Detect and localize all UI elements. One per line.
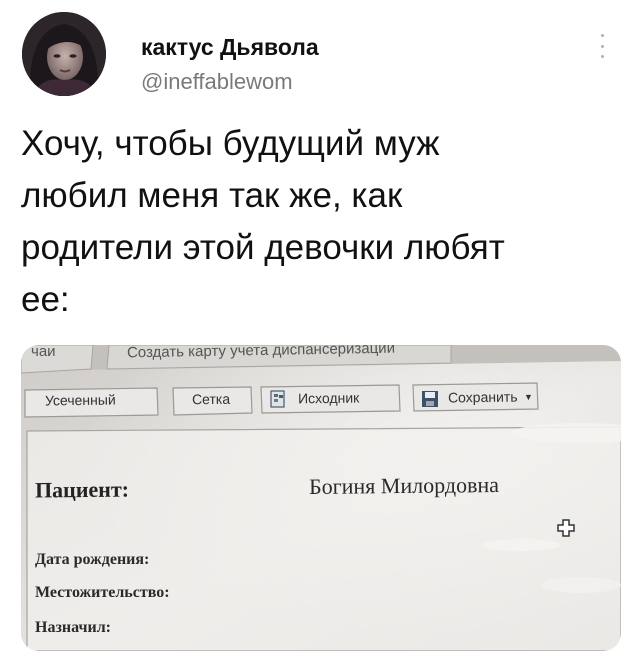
tweet-text: Хочу, чтобы будущий муж любил меня так ж… — [21, 124, 505, 319]
source-button[interactable]: Исходник — [298, 390, 359, 407]
birth-date-label: Дата рождения: — [35, 551, 150, 568]
avatar-image — [22, 12, 106, 96]
floppy-save-icon — [422, 391, 438, 407]
save-dropdown-chevron[interactable]: ▼ — [524, 392, 533, 402]
patient-value: Богиня Милордовна — [308, 472, 500, 499]
residence-label: Местожительство: — [35, 584, 170, 601]
prescribed-label: Назначил: — [35, 619, 111, 636]
menu-dot — [600, 55, 604, 58]
tab-partial-label[interactable]: чаи — [31, 345, 56, 360]
attached-photo[interactable]: чаи Создать карту учета диспансеризации … — [21, 345, 621, 651]
author-handle[interactable]: @ineffablewom — [141, 69, 293, 95]
menu-dot — [600, 44, 604, 48]
avatar[interactable] — [22, 12, 106, 96]
grid-button[interactable]: Сетка — [192, 391, 230, 408]
more-options-icon[interactable] — [599, 34, 605, 58]
medical-cross-icon[interactable] — [556, 518, 576, 538]
save-button[interactable]: Сохранить — [448, 389, 518, 406]
source-doc-icon — [270, 390, 285, 408]
menu-dot — [600, 34, 604, 37]
author-name[interactable]: кактус Дьявола — [141, 34, 319, 61]
truncated-button[interactable]: Усеченный — [45, 392, 116, 409]
patient-label: Пациент: — [34, 476, 130, 503]
